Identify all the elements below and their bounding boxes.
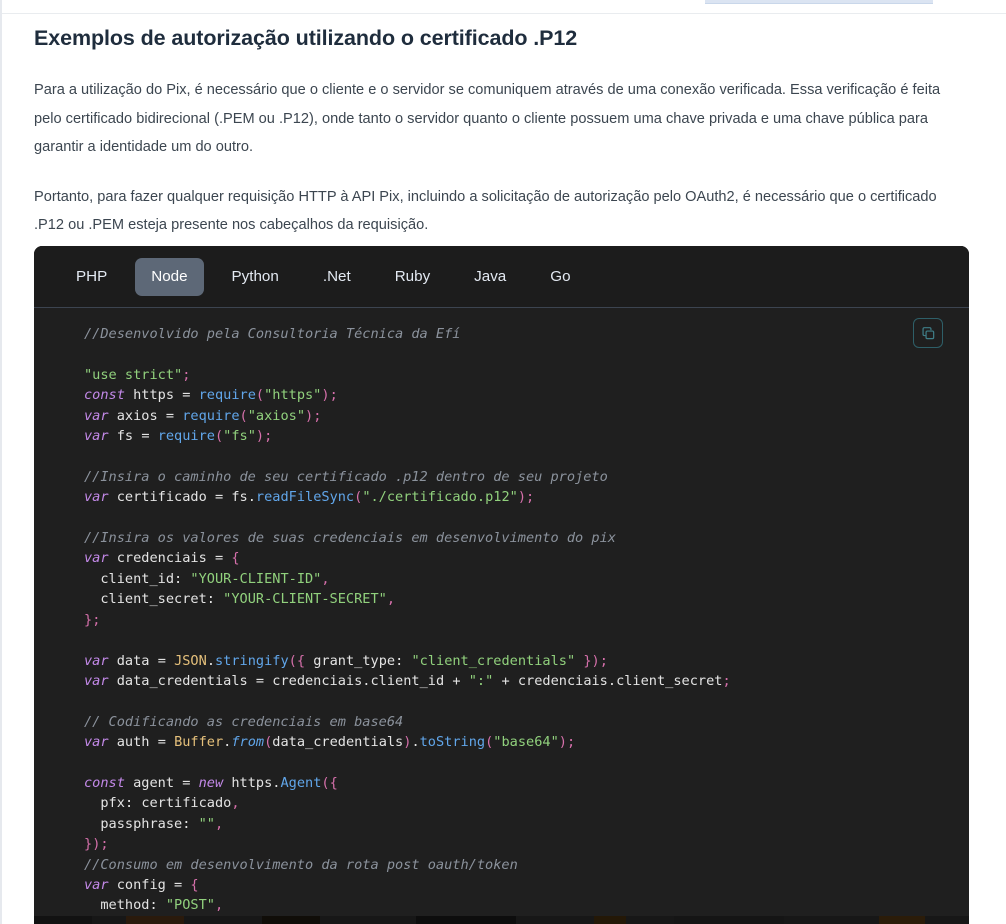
bleed-segment	[126, 916, 184, 924]
code-snippet[interactable]: //Desenvolvido pela Consultoria Técnica …	[34, 324, 969, 924]
tab-java[interactable]: Java	[458, 258, 522, 296]
page-root: Exemplos de autorização utilizando o cer…	[0, 0, 1006, 924]
bleed-segment	[262, 916, 320, 924]
tab-dotnet[interactable]: .Net	[307, 258, 367, 296]
language-tabbar: PHP Node Python .Net Ruby Java Go	[34, 246, 969, 308]
code-sample-card: PHP Node Python .Net Ruby Java Go //Dese…	[34, 246, 969, 924]
bleed-segment	[594, 916, 626, 924]
top-progress-bar	[705, 0, 933, 4]
bleed-segment	[34, 916, 92, 924]
bleed-segment	[879, 916, 925, 924]
tab-python[interactable]: Python	[216, 258, 295, 296]
left-sidebar-border	[0, 0, 2, 924]
tab-ruby[interactable]: Ruby	[379, 258, 446, 296]
code-body: //Desenvolvido pela Consultoria Técnica …	[34, 308, 969, 924]
next-block-bleed	[34, 916, 969, 924]
tab-php[interactable]: PHP	[60, 258, 123, 296]
paragraph-http-requirement: Portanto, para fazer qualquer requisição…	[34, 188, 937, 234]
bleed-segment	[674, 916, 784, 924]
copy-icon	[921, 326, 936, 341]
tab-node[interactable]: Node	[135, 257, 204, 296]
copy-code-button[interactable]	[913, 318, 943, 348]
paragraph-intro: Para a utilização do Pix, é necessário q…	[34, 82, 941, 155]
page-title: Exemplos de autorização utilizando o cer…	[34, 26, 578, 50]
tab-go[interactable]: Go	[534, 258, 586, 296]
bleed-segment	[416, 916, 516, 924]
